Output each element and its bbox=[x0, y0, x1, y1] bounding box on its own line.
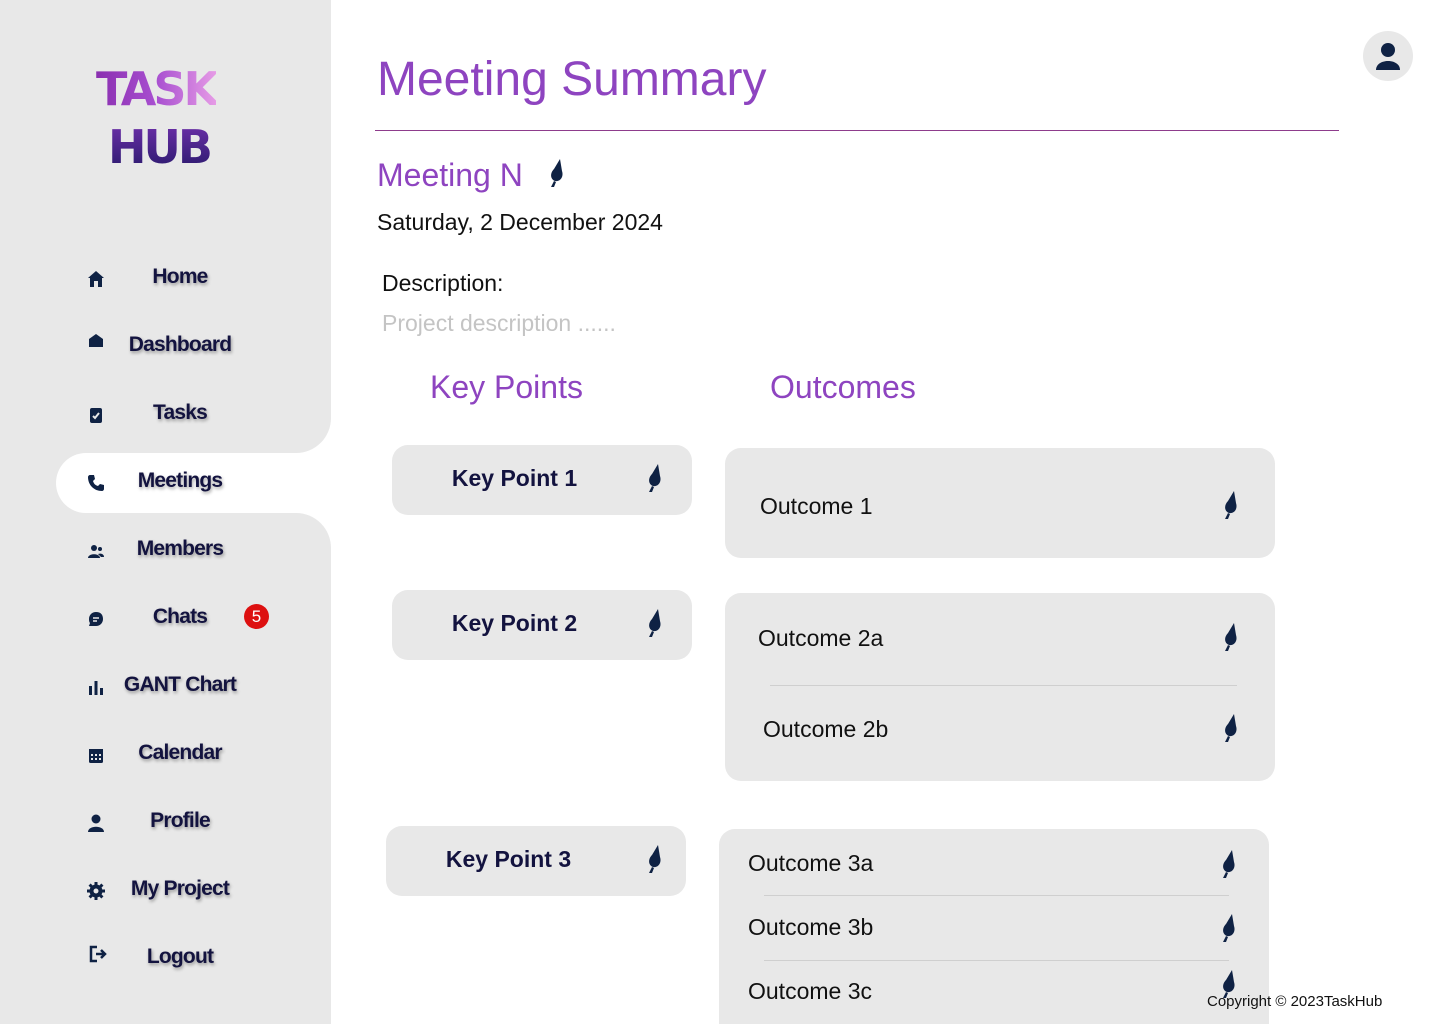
chats-notification-badge: 5 bbox=[244, 604, 269, 629]
home-icon bbox=[88, 271, 104, 287]
outcome-card: Outcome 2a Outcome 2b bbox=[725, 593, 1275, 781]
sidebar-item-label: GANT Chart bbox=[123, 673, 237, 696]
title-divider bbox=[375, 130, 1339, 131]
tasks-icon bbox=[90, 408, 102, 423]
sidebar-item-label: Dashboard bbox=[128, 333, 232, 356]
sidebar-item-logout[interactable]: Logout bbox=[0, 927, 331, 987]
outcome-label: Outcome 2a bbox=[758, 625, 884, 651]
outcome-label: Outcome 1 bbox=[760, 493, 873, 519]
outcome-item[interactable]: Outcome 3b bbox=[719, 908, 1269, 948]
key-point-card[interactable]: Key Point 1 bbox=[392, 445, 692, 515]
page-title: Meeting Summary bbox=[377, 53, 767, 106]
outcome-divider bbox=[770, 685, 1237, 686]
edit-key-point-icon[interactable] bbox=[644, 464, 666, 494]
sidebar-item-meetings[interactable]: Meetings bbox=[0, 451, 331, 511]
key-point-label: Key Point 3 bbox=[445, 846, 572, 872]
key-point-label: Key Point 2 bbox=[451, 610, 578, 636]
user-avatar-button[interactable] bbox=[1363, 31, 1413, 81]
description-label: Description: bbox=[382, 270, 504, 296]
logout-icon bbox=[89, 945, 107, 963]
calendar-icon bbox=[89, 749, 103, 763]
key-point-card[interactable]: Key Point 3 bbox=[386, 826, 686, 896]
sidebar-item-tasks[interactable]: Tasks bbox=[0, 383, 331, 443]
sidebar-item-dashboard[interactable]: Dashboard bbox=[0, 315, 331, 375]
sidebar-item-label: Calendar bbox=[138, 741, 222, 764]
edit-key-point-icon[interactable] bbox=[644, 845, 666, 875]
sidebar-item-my-project[interactable]: My Project bbox=[0, 859, 331, 919]
phone-icon bbox=[88, 475, 104, 491]
copyright-text: Copyright © 2023TaskHub bbox=[1207, 993, 1383, 1010]
gear-icon bbox=[87, 882, 105, 900]
user-icon bbox=[88, 814, 104, 832]
chat-icon bbox=[89, 612, 103, 626]
meeting-name: Meeting N bbox=[377, 157, 523, 193]
outcome-label: Outcome 3a bbox=[748, 850, 874, 876]
dashboard-icon bbox=[89, 334, 103, 347]
sidebar-item-label: Home bbox=[152, 265, 208, 288]
sidebar-item-label: Chats bbox=[152, 605, 208, 628]
key-point-card[interactable]: Key Point 2 bbox=[392, 590, 692, 660]
outcome-label: Outcome 2b bbox=[763, 716, 889, 742]
edit-outcome-icon[interactable] bbox=[1220, 623, 1242, 653]
sidebar-item-calendar[interactable]: Calendar bbox=[0, 723, 331, 783]
sidebar-item-label: Members bbox=[136, 537, 224, 560]
outcome-divider bbox=[764, 895, 1229, 896]
description-input[interactable]: Project description ...... bbox=[382, 310, 616, 337]
logo-line-1: TASK bbox=[96, 62, 219, 116]
outcome-item[interactable]: Outcome 2a bbox=[725, 619, 1275, 659]
key-point-label: Key Point 1 bbox=[451, 465, 578, 491]
edit-outcome-icon[interactable] bbox=[1220, 491, 1242, 521]
outcome-divider bbox=[764, 960, 1229, 961]
sidebar: TASK HUB Home Dashboard Tasks Meetings M… bbox=[0, 0, 331, 1024]
taskhub-logo[interactable]: TASK HUB bbox=[96, 66, 226, 176]
outcome-label: Outcome 3b bbox=[748, 914, 874, 940]
outcome-card: Outcome 1 bbox=[725, 448, 1275, 558]
sidebar-item-members[interactable]: Members bbox=[0, 519, 331, 579]
sidebar-item-label: Meetings bbox=[137, 469, 223, 492]
edit-outcome-icon[interactable] bbox=[1218, 914, 1240, 944]
sidebar-item-gant-chart[interactable]: GANT Chart bbox=[0, 655, 331, 715]
logo-line-2: HUB bbox=[108, 120, 213, 174]
sidebar-item-label: Tasks bbox=[153, 401, 208, 424]
sidebar-item-home[interactable]: Home bbox=[0, 247, 331, 307]
edit-outcome-icon[interactable] bbox=[1220, 714, 1242, 744]
outcome-item[interactable]: Outcome 3a bbox=[719, 844, 1269, 884]
sidebar-item-chats[interactable]: Chats bbox=[0, 587, 331, 647]
sidebar-item-label: My Project bbox=[130, 877, 230, 900]
key-points-heading: Key Points bbox=[430, 369, 583, 405]
members-icon bbox=[88, 545, 104, 558]
outcome-item[interactable]: Outcome 2b bbox=[725, 710, 1275, 750]
outcomes-heading: Outcomes bbox=[770, 369, 916, 405]
edit-meeting-name-icon[interactable] bbox=[546, 159, 568, 189]
edit-key-point-icon[interactable] bbox=[644, 609, 666, 639]
outcome-item[interactable]: Outcome 3c bbox=[719, 970, 1269, 1012]
user-icon bbox=[1376, 43, 1400, 70]
meeting-date: Saturday, 2 December 2024 bbox=[377, 209, 663, 235]
outcome-item[interactable]: Outcome 1 bbox=[725, 487, 1275, 527]
outcome-label: Outcome 3c bbox=[748, 978, 872, 1004]
edit-outcome-icon[interactable] bbox=[1218, 850, 1240, 880]
sidebar-item-label: Logout bbox=[146, 945, 214, 968]
sidebar-item-label: Profile bbox=[150, 809, 211, 832]
bar-chart-icon bbox=[89, 681, 103, 695]
sidebar-item-profile[interactable]: Profile bbox=[0, 791, 331, 851]
outcome-card: Outcome 3a Outcome 3b Outcome 3c bbox=[719, 829, 1269, 1024]
